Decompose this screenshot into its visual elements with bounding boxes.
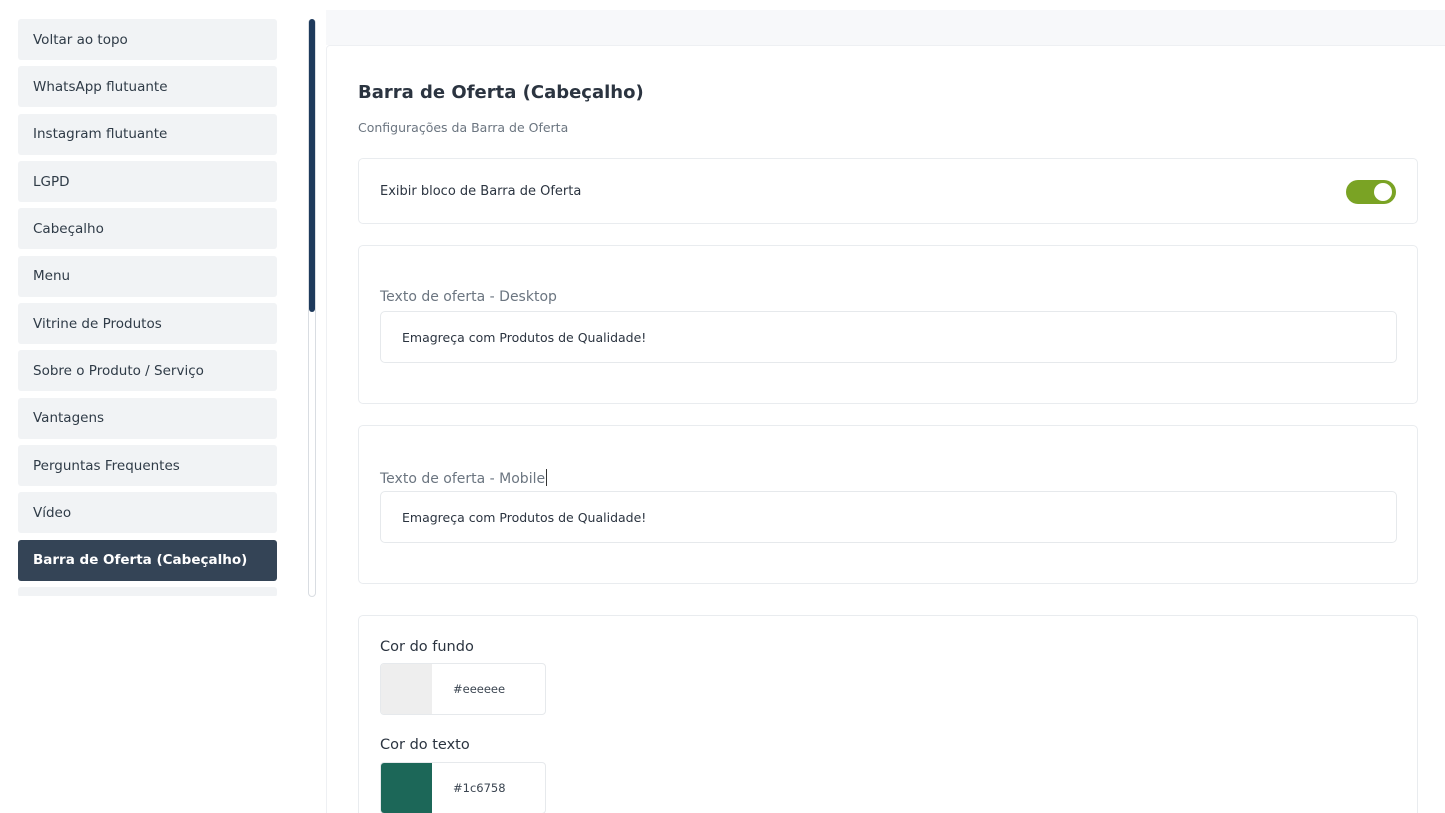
- toggle-knob: [1374, 183, 1392, 201]
- top-bar: [326, 10, 1445, 45]
- sidebar-item-label: LGPD: [33, 173, 70, 190]
- mobile-text-label-text: Texto de oferta - Mobile: [380, 471, 546, 487]
- sidebar-item-vantagens[interactable]: Vantagens: [18, 397, 277, 439]
- sidebar-item-menu[interactable]: Menu: [18, 255, 277, 297]
- sidebar-scrollbar-thumb[interactable]: [309, 19, 315, 312]
- background-color-hex: #eeeeee: [453, 682, 506, 696]
- page-subtitle: Configurações da Barra de Oferta: [358, 120, 569, 135]
- desktop-text-card: Texto de oferta - Desktop: [358, 245, 1418, 404]
- sidebar-item-vitrine-de-produtos[interactable]: Vitrine de Produtos: [18, 303, 277, 345]
- toggle-card: Exibir bloco de Barra de Oferta: [358, 158, 1418, 224]
- background-color-label: Cor do fundo: [380, 639, 474, 655]
- sidebar-item-sobre-o-produto[interactable]: Sobre o Produto / Serviço: [18, 350, 277, 392]
- page: Voltar ao topo WhatsApp flutuante Instag…: [0, 0, 1445, 813]
- text-color-picker[interactable]: #1c6758: [380, 762, 546, 813]
- sidebar-item-label: WhatsApp flutuante: [33, 78, 168, 95]
- sidebar-item-instagram-flutuante[interactable]: Instagram flutuante: [18, 113, 277, 155]
- sidebar-item-cabecalho[interactable]: Cabeçalho: [18, 208, 277, 250]
- toggle-label: Exibir bloco de Barra de Oferta: [380, 184, 582, 199]
- sidebar-list: Voltar ao topo WhatsApp flutuante Instag…: [18, 19, 277, 596]
- background-color-picker[interactable]: #eeeeee: [380, 663, 546, 715]
- mobile-text-card: Texto de oferta - Mobile: [358, 425, 1418, 584]
- sidebar-item-voltar-ao-topo[interactable]: Voltar ao topo: [18, 19, 277, 60]
- sidebar-item-label: Voltar ao topo: [33, 31, 128, 48]
- desktop-text-input[interactable]: [380, 311, 1397, 363]
- sidebar-item-label: Menu: [33, 268, 71, 285]
- background-color-swatch: [381, 664, 432, 714]
- sidebar-item-label: Sobre o Produto / Serviço: [33, 362, 204, 379]
- show-offer-bar-toggle[interactable]: [1346, 180, 1396, 204]
- sidebar-item-video[interactable]: Vídeo: [18, 492, 277, 534]
- text-color-hex: #1c6758: [453, 781, 506, 795]
- sidebar-item-label: Vitrine de Produtos: [33, 315, 162, 332]
- sidebar-item-perguntas-frequentes[interactable]: Perguntas Frequentes: [18, 445, 277, 487]
- sidebar-item-whatsapp-flutuante[interactable]: WhatsApp flutuante: [18, 66, 277, 108]
- text-color-swatch: [381, 763, 432, 813]
- text-caret: [546, 469, 548, 486]
- text-color-label: Cor do texto: [380, 737, 470, 753]
- sidebar-item-barra-de-oferta[interactable]: Barra de Oferta (Cabeçalho): [18, 539, 277, 581]
- colors-card: Cor do fundo #eeeeee Cor do texto #1c675…: [358, 615, 1418, 813]
- mobile-text-input[interactable]: [380, 491, 1397, 543]
- sidebar-item-label: Barra de Oferta (Cabeçalho): [33, 552, 248, 569]
- sidebar-item-label: Vantagens: [33, 410, 105, 427]
- sidebar-item-label: Cabeçalho: [33, 220, 104, 237]
- sidebar-item-next[interactable]: [18, 587, 277, 596]
- sidebar-item-label: Instagram flutuante: [33, 126, 168, 143]
- desktop-text-label: Texto de oferta - Desktop: [380, 289, 557, 305]
- mobile-text-label: Texto de oferta - Mobile: [380, 469, 548, 487]
- sidebar-item-lgpd[interactable]: LGPD: [18, 161, 277, 203]
- sidebar: Voltar ao topo WhatsApp flutuante Instag…: [0, 0, 320, 813]
- page-title: Barra de Oferta (Cabeçalho): [358, 82, 644, 103]
- sidebar-item-label: Vídeo: [33, 504, 72, 521]
- sidebar-item-label: Perguntas Frequentes: [33, 457, 180, 474]
